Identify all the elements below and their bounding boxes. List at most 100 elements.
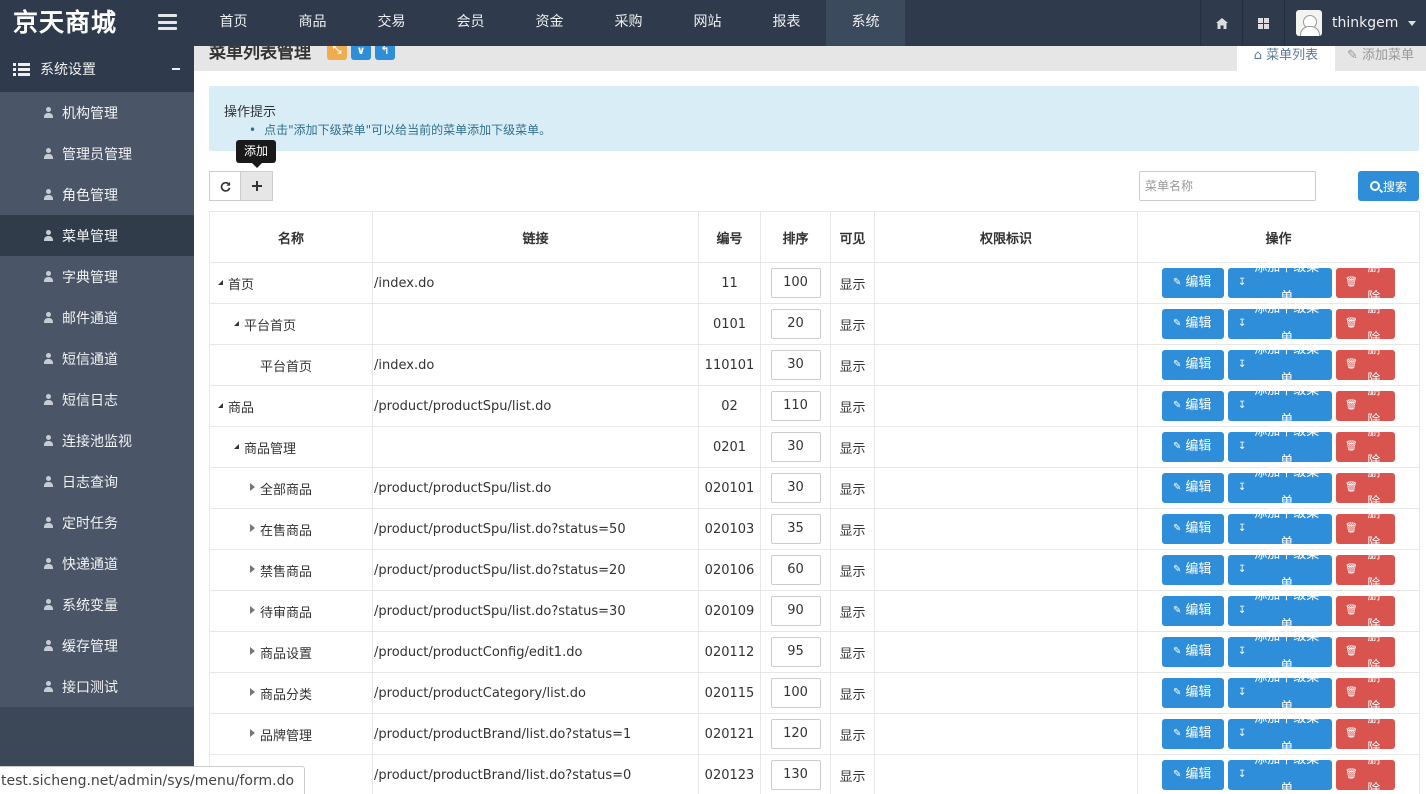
nav-item-7[interactable]: 报表 xyxy=(747,0,826,46)
sidebar-item-3[interactable]: 菜单管理 xyxy=(0,215,194,256)
cell-name: 商品管理 xyxy=(209,426,373,468)
col-header-link[interactable]: 链接 xyxy=(372,211,699,263)
sort-input[interactable]: 30 xyxy=(770,432,821,462)
collapsed-icon[interactable] xyxy=(250,646,255,655)
sort-input[interactable]: 20 xyxy=(770,309,821,339)
expanded-icon[interactable] xyxy=(218,279,223,285)
edit-button[interactable]: ✎ 编辑 xyxy=(1162,555,1224,585)
collapsed-icon[interactable] xyxy=(250,687,255,696)
edit-button[interactable]: ✎ 编辑 xyxy=(1162,596,1224,626)
collapsed-icon[interactable] xyxy=(250,605,255,614)
edit-button[interactable]: ✎ 编辑 xyxy=(1162,719,1224,749)
cell-sort: 110 xyxy=(760,385,831,427)
edit-button[interactable]: ✎ 编辑 xyxy=(1162,391,1224,421)
tab-menu-list[interactable]: ⌂ 菜单列表 xyxy=(1236,46,1335,71)
home-button[interactable] xyxy=(1200,0,1242,46)
collapsed-icon[interactable] xyxy=(250,523,255,532)
menu-name: 全部商品 xyxy=(260,482,313,498)
collapse-all-icon[interactable]: ∨ xyxy=(351,46,371,60)
delete-button[interactable]: 🗑 删除 xyxy=(1336,752,1395,794)
sidebar-item-14[interactable]: 接口测试 xyxy=(0,666,194,707)
add-button[interactable] xyxy=(241,171,273,201)
sort-input[interactable]: 100 xyxy=(770,678,821,708)
edit-button[interactable]: ✎ 编辑 xyxy=(1162,268,1224,298)
sort-input[interactable]: 35 xyxy=(770,514,821,544)
table-row: 待审商品/product/productSpu/list.do?status=3… xyxy=(209,588,1420,633)
trash-icon: 🗑 xyxy=(1345,564,1358,575)
sort-input[interactable]: 100 xyxy=(770,268,821,298)
nav-item-4[interactable]: 资金 xyxy=(510,0,589,46)
grid-button[interactable] xyxy=(1242,0,1284,46)
col-header-visible[interactable]: 可见 xyxy=(830,211,875,263)
cell-code: 020103 xyxy=(698,508,761,550)
expanded-icon[interactable] xyxy=(218,402,223,408)
sidebar-item-6[interactable]: 短信通道 xyxy=(0,338,194,379)
edit-button[interactable]: ✎ 编辑 xyxy=(1162,432,1224,462)
edit-button[interactable]: ✎ 编辑 xyxy=(1162,473,1224,503)
menu-name: 商品 xyxy=(228,400,255,416)
sidebar-item-1[interactable]: 管理员管理 xyxy=(0,133,194,174)
refresh-button[interactable] xyxy=(209,171,241,201)
nav-item-3[interactable]: 会员 xyxy=(431,0,510,46)
sidebar-section-header[interactable]: 系统设置 xyxy=(0,46,194,92)
edit-button[interactable]: ✎ 编辑 xyxy=(1162,760,1224,790)
sidebar-item-5[interactable]: 邮件通道 xyxy=(0,297,194,338)
collapsed-icon[interactable] xyxy=(250,728,255,737)
sidebar-item-9[interactable]: 日志查询 xyxy=(0,461,194,502)
sidebar-item-7[interactable]: 短信日志 xyxy=(0,379,194,420)
nav-item-5[interactable]: 采购 xyxy=(589,0,668,46)
sort-input[interactable]: 30 xyxy=(770,473,821,503)
edit-button[interactable]: ✎ 编辑 xyxy=(1162,350,1224,380)
nav-item-2[interactable]: 交易 xyxy=(352,0,431,46)
collapsed-icon[interactable] xyxy=(250,482,255,491)
search-input[interactable] xyxy=(1139,171,1316,201)
expanded-icon[interactable] xyxy=(234,320,239,326)
edit-button[interactable]: ✎ 编辑 xyxy=(1162,637,1224,667)
app-logo[interactable]: 京天商城 xyxy=(13,6,117,40)
sort-input[interactable]: 90 xyxy=(770,596,821,626)
sidebar-item-0[interactable]: 机构管理 xyxy=(0,92,194,133)
expand-icon[interactable]: ⤡ xyxy=(327,46,347,60)
tab-add-menu[interactable]: ✎ 添加菜单 xyxy=(1335,46,1426,71)
col-header-name[interactable]: 名称 xyxy=(209,211,373,263)
sort-input[interactable]: 30 xyxy=(770,350,821,380)
col-header-sort[interactable]: 排序 xyxy=(760,211,831,263)
nav-item-0[interactable]: 首页 xyxy=(194,0,273,46)
sidebar-item-11[interactable]: 快递通道 xyxy=(0,543,194,584)
cell-link: /product/productConfig/edit1.do xyxy=(372,631,699,673)
expanded-icon[interactable] xyxy=(234,443,239,449)
user-menu[interactable]: thinkgem xyxy=(1284,0,1426,46)
user-icon xyxy=(44,271,53,282)
sidebar-item-10[interactable]: 定时任务 xyxy=(0,502,194,543)
col-header-permission[interactable]: 权限标识 xyxy=(874,211,1138,263)
nav-item-6[interactable]: 网站 xyxy=(668,0,747,46)
edit-button[interactable]: ✎ 编辑 xyxy=(1162,678,1224,708)
sidebar-item-12[interactable]: 系统变量 xyxy=(0,584,194,625)
col-header-code[interactable]: 编号 xyxy=(698,211,761,263)
add-child-button[interactable]: ↧ 添加下级菜单 xyxy=(1228,752,1332,794)
nav-item-1[interactable]: 商品 xyxy=(273,0,352,46)
menu-toggle-icon[interactable] xyxy=(158,14,177,30)
list-icon xyxy=(13,62,30,76)
cell-link xyxy=(372,303,699,345)
sidebar-item-4[interactable]: 字典管理 xyxy=(0,256,194,297)
nav-item-8[interactable]: 系统 xyxy=(826,0,905,46)
sort-input[interactable]: 95 xyxy=(770,637,821,667)
collapse-icon[interactable] xyxy=(172,68,180,70)
sidebar-item-13[interactable]: 缓存管理 xyxy=(0,625,194,666)
search-button[interactable]: 搜索 xyxy=(1358,171,1419,201)
sidebar: 系统设置 机构管理 管理员管理 角色管理 菜单管理 字典管理 邮件通道 短信通道 短信日志 连接… xyxy=(0,46,194,794)
back-icon[interactable]: ↰ xyxy=(375,46,395,60)
sort-input[interactable]: 110 xyxy=(770,391,821,421)
trash-icon: 🗑 xyxy=(1345,523,1358,534)
collapsed-icon[interactable] xyxy=(250,564,255,573)
sort-input[interactable]: 60 xyxy=(770,555,821,585)
grid-icon xyxy=(1258,17,1269,29)
sidebar-item-8[interactable]: 连接池监视 xyxy=(0,420,194,461)
sidebar-item-2[interactable]: 角色管理 xyxy=(0,174,194,215)
edit-button[interactable]: ✎ 编辑 xyxy=(1162,309,1224,339)
edit-button[interactable]: ✎ 编辑 xyxy=(1162,514,1224,544)
top-navbar: 京天商城 首页 商品 交易 会员 资金 采购 网站 报表 系统 thinkgem xyxy=(0,0,1426,46)
sort-input[interactable]: 120 xyxy=(770,719,821,749)
sort-input[interactable]: 130 xyxy=(770,760,821,790)
